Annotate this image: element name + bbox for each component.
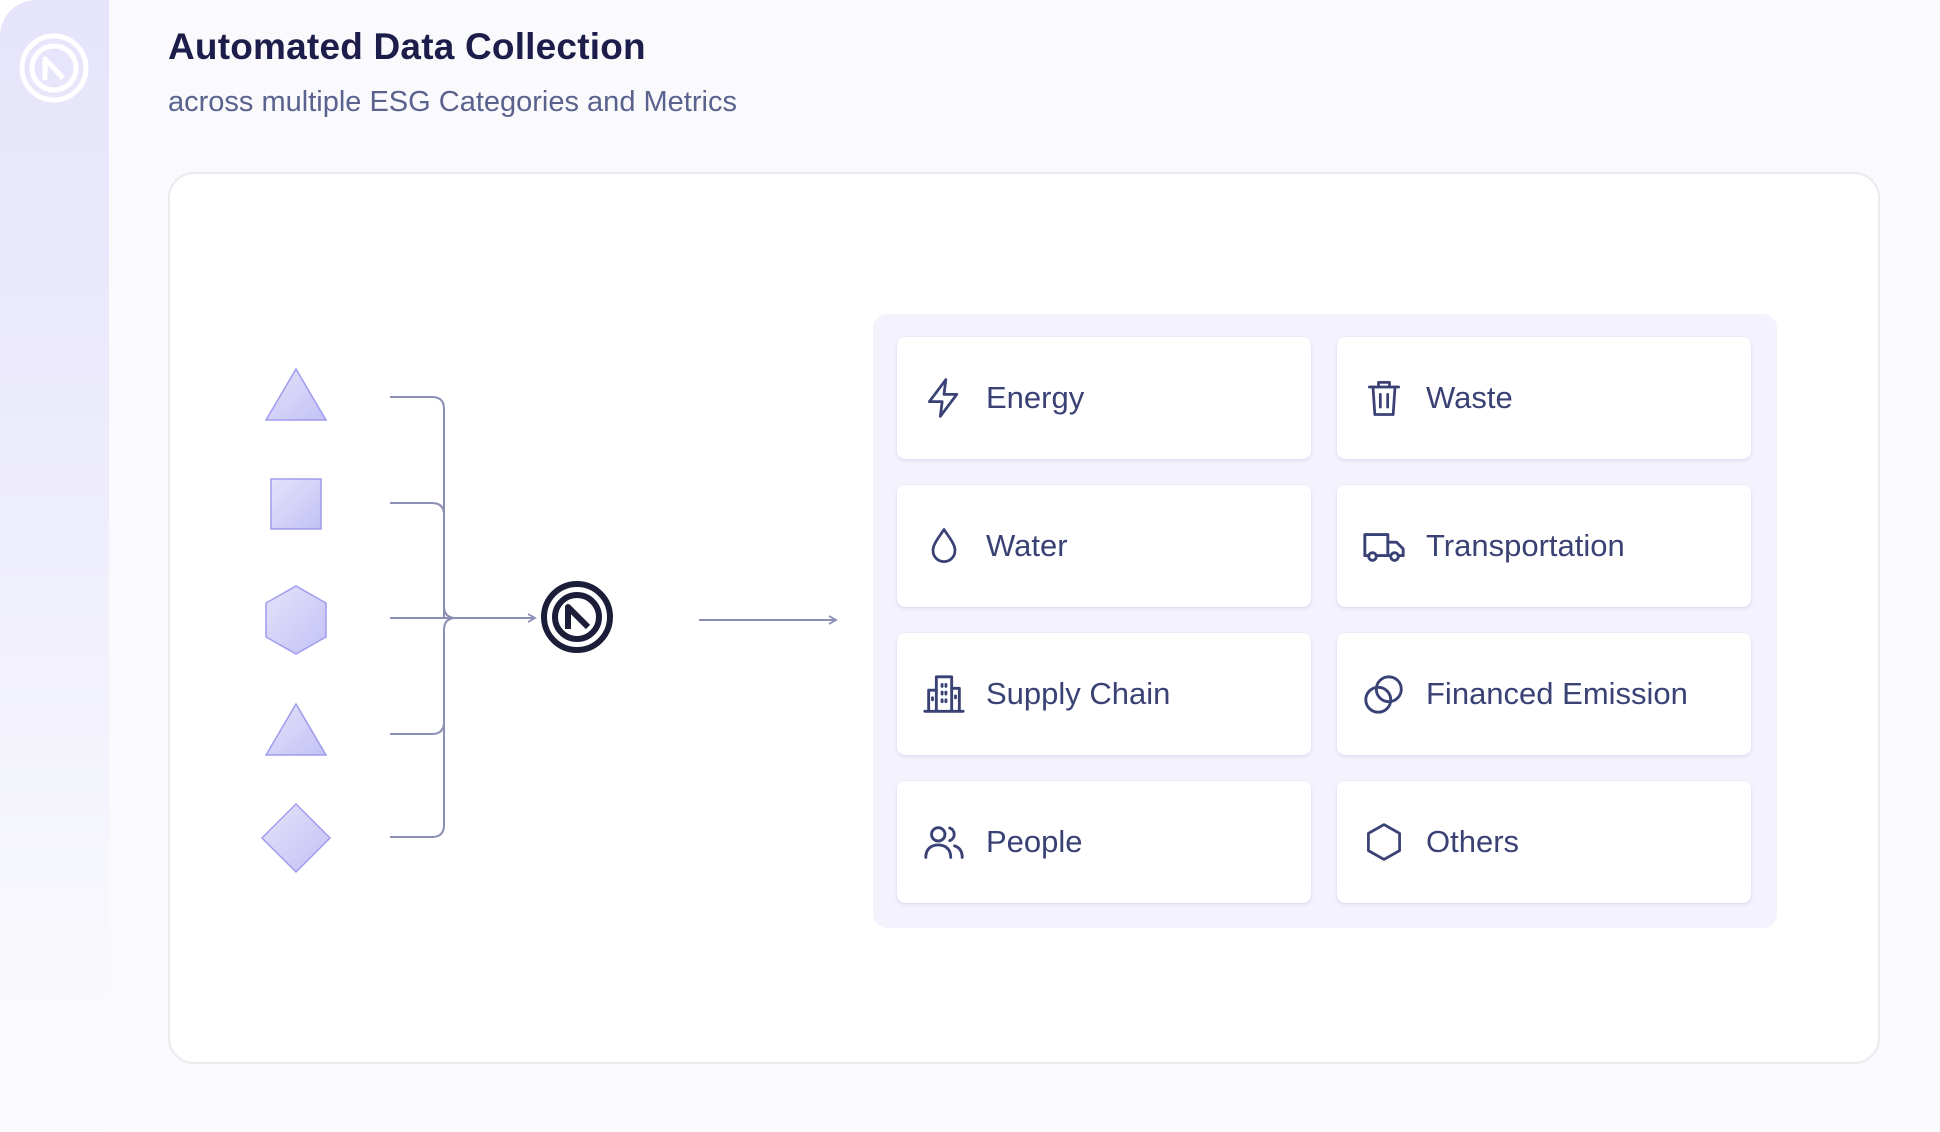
coins-icon (1361, 671, 1407, 717)
buildings-icon (921, 671, 967, 717)
app-frame: Automated Data Collection across multipl… (0, 0, 1940, 1132)
hexagon-icon (1361, 819, 1407, 865)
sidebar (0, 0, 109, 1132)
category-label: People (986, 824, 1083, 859)
category-card-transportation[interactable]: Transportation (1337, 485, 1751, 607)
category-label: Supply Chain (986, 676, 1171, 711)
category-card-supply-chain[interactable]: Supply Chain (897, 633, 1311, 755)
water-drop-icon (921, 523, 967, 569)
source-triangle-icon (264, 702, 328, 756)
category-label: Waste (1426, 380, 1513, 415)
category-card-water[interactable]: Water (897, 485, 1311, 607)
category-grid: Energy Waste Water Transportation Supply… (873, 314, 1777, 928)
brand-logo-icon[interactable] (18, 32, 90, 104)
source-hexagon-icon (265, 585, 327, 655)
source-square-icon (270, 478, 322, 530)
category-label: Transportation (1426, 528, 1625, 563)
category-label: Energy (986, 380, 1085, 415)
page-title: Automated Data Collection (168, 26, 646, 67)
truck-icon (1361, 523, 1407, 569)
merge-connectors (390, 396, 537, 838)
category-label: Water (986, 528, 1068, 563)
category-card-others[interactable]: Others (1337, 781, 1751, 903)
diagram-panel: Energy Waste Water Transportation Supply… (168, 172, 1880, 1064)
category-card-waste[interactable]: Waste (1337, 337, 1751, 459)
platform-logo-icon (541, 581, 613, 653)
category-card-people[interactable]: People (897, 781, 1311, 903)
people-icon (921, 819, 967, 865)
lightning-icon (921, 375, 967, 421)
category-label: Financed Emission (1426, 676, 1688, 711)
category-card-financed-emission[interactable]: Financed Emission (1337, 633, 1751, 755)
page-subtitle: across multiple ESG Categories and Metri… (168, 86, 737, 118)
source-triangle-icon (264, 367, 328, 421)
category-label: Others (1426, 824, 1520, 859)
category-card-energy[interactable]: Energy (897, 337, 1311, 459)
source-diamond-icon (260, 802, 332, 874)
trash-icon (1361, 375, 1407, 421)
